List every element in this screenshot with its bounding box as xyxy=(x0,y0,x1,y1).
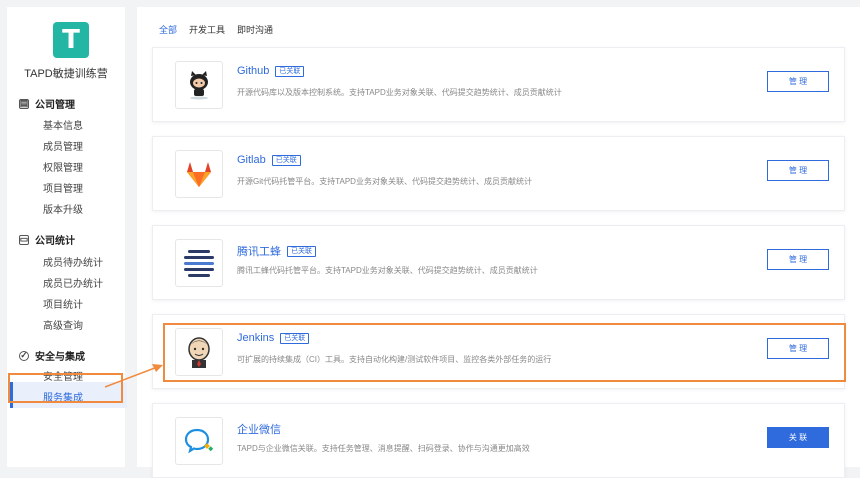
integration-title: Github 已关联 xyxy=(237,65,305,77)
integration-description: 腾讯工蜂代码托管平台。支持TAPD业务对象关联、代码提交趋势统计、成员贡献统计 xyxy=(237,266,538,275)
integration-description: 开源代码库以及版本控制系统。支持TAPD业务对象关联、代码提交趋势统计、成员贡献… xyxy=(237,88,562,97)
sidebar-item-advanced-query[interactable]: 高级查询 xyxy=(43,317,83,332)
link-button[interactable]: 关 联 xyxy=(767,427,829,448)
section-title-label: 安全与集成 xyxy=(35,352,85,363)
integration-card-github: Github 已关联 开源代码库以及版本控制系统。支持TAPD业务对象关联、代码… xyxy=(152,47,845,122)
section-title-label: 公司管理 xyxy=(35,100,75,111)
sidebar-item-project-stats[interactable]: 项目统计 xyxy=(43,296,83,311)
section-security-integration[interactable]: ✓ 安全与集成 xyxy=(19,348,85,363)
integration-name: 腾讯工蜂 xyxy=(237,246,281,258)
linked-badge: 已关联 xyxy=(287,245,316,257)
tencent-gongfeng-icon xyxy=(184,250,214,277)
sidebar-item-member-management[interactable]: 成员管理 xyxy=(43,138,83,153)
gitlab-logo xyxy=(175,150,223,198)
gitlab-fox-icon xyxy=(187,162,211,187)
building-icon: ▤ xyxy=(19,98,29,109)
linked-badge: 已关联 xyxy=(275,65,305,77)
integration-title: 企业微信 xyxy=(237,421,281,437)
tapd-logo: T xyxy=(53,22,89,58)
integration-description: TAPD与企业微信关联。支持任务管理、消息提醒、扫码登录、协作与沟通更加高效 xyxy=(237,444,530,453)
section-company-management[interactable]: ▤ 公司管理 xyxy=(19,96,75,111)
sidebar-item-version-upgrade[interactable]: 版本升级 xyxy=(43,201,83,216)
org-name: TAPD敏捷训练营 xyxy=(24,68,108,80)
tab-all[interactable]: 全部 xyxy=(159,23,177,36)
section-title-label: 公司统计 xyxy=(35,236,75,247)
github-octocat-icon xyxy=(190,71,208,100)
integration-card-gitlab: Gitlab 已关联 开源Git代码托管平台。支持TAPD业务对象关联、代码提交… xyxy=(152,136,845,211)
wecom-icon xyxy=(184,428,214,454)
sidebar-item-basic-info[interactable]: 基本信息 xyxy=(43,117,83,132)
sidebar-item-member-done-stats[interactable]: 成员已办统计 xyxy=(43,275,103,290)
manage-button[interactable]: 管 理 xyxy=(767,71,829,92)
manage-button[interactable]: 管 理 xyxy=(767,249,829,270)
sidebar-item-project-management[interactable]: 项目管理 xyxy=(43,180,83,195)
integration-description: 开源Git代码托管平台。支持TAPD业务对象关联、代码提交趋势统计、成员贡献统计 xyxy=(237,177,532,186)
highlight-box-sidebar xyxy=(8,373,123,403)
linked-badge: 已关联 xyxy=(271,154,301,166)
integration-name: Gitlab xyxy=(237,154,266,166)
integration-title: Gitlab 已关联 xyxy=(237,154,301,166)
tab-instant-messaging[interactable]: 即时沟通 xyxy=(237,23,273,36)
integration-title: 腾讯工蜂 已关联 xyxy=(237,243,316,259)
calendar-icon: ▭ xyxy=(19,234,29,245)
shield-icon: ✓ xyxy=(19,350,29,361)
integration-name: Github xyxy=(237,65,270,77)
integration-name: 企业微信 xyxy=(237,424,281,436)
sidebar-item-permission-management[interactable]: 权限管理 xyxy=(43,159,83,174)
sidebar-item-member-todo-stats[interactable]: 成员待办统计 xyxy=(43,254,103,269)
section-company-statistics[interactable]: ▭ 公司统计 xyxy=(19,232,75,247)
tab-dev-tools[interactable]: 开发工具 xyxy=(189,23,225,36)
github-logo xyxy=(175,61,223,109)
highlight-box-jenkins xyxy=(163,323,846,382)
wecom-logo xyxy=(175,417,223,465)
main-content: 全部 开发工具 即时沟通 Github 已关联 开源代码库以及版本控制系统。支持… xyxy=(137,7,860,478)
manage-button[interactable]: 管 理 xyxy=(767,160,829,181)
gongfeng-logo xyxy=(175,239,223,287)
filter-tabs: 全部 开发工具 即时沟通 xyxy=(159,23,273,36)
integration-card-tencent-gongfeng: 腾讯工蜂 已关联 腾讯工蜂代码托管平台。支持TAPD业务对象关联、代码提交趋势统… xyxy=(152,225,845,300)
